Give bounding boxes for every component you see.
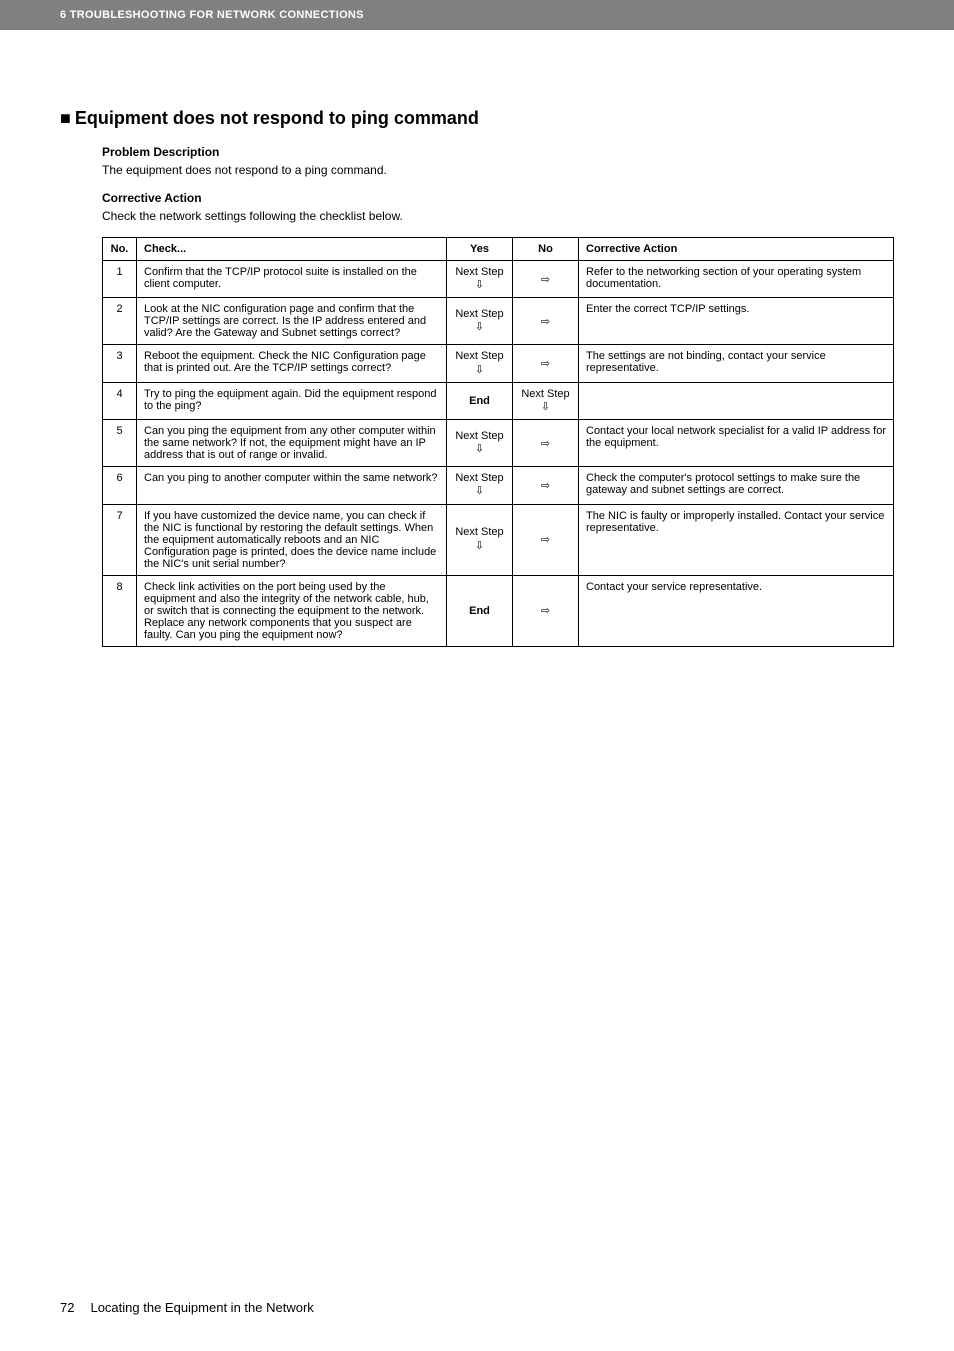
table-row: 4Try to ping the equipment again. Did th…: [103, 382, 894, 419]
cell-check: Can you ping the equipment from any othe…: [137, 420, 447, 467]
cell-no: 2: [103, 298, 137, 345]
end-label: End: [469, 605, 490, 617]
corrective-action-block: Corrective Action Check the network sett…: [102, 191, 894, 223]
cell-no-col: ⇨: [513, 345, 579, 382]
header-action: Corrective Action: [579, 238, 894, 261]
arrow-right-icon: ⇨: [541, 534, 550, 546]
corrective-heading: Corrective Action: [102, 191, 894, 205]
page-number: 72: [60, 1300, 74, 1315]
table-row: 3Reboot the equipment. Check the NIC Con…: [103, 345, 894, 382]
cell-no-col: ⇨: [513, 575, 579, 646]
header-yes: Yes: [447, 238, 513, 261]
arrow-down-icon: ⇩: [475, 321, 484, 333]
table-row: 8Check link activities on the port being…: [103, 575, 894, 646]
table-row: 7If you have customized the device name,…: [103, 504, 894, 575]
cell-yes: Next Step⇩: [447, 467, 513, 504]
table-row: 5Can you ping the equipment from any oth…: [103, 420, 894, 467]
cell-no-col: ⇨: [513, 298, 579, 345]
arrow-right-icon: ⇨: [541, 605, 550, 617]
cell-action: Enter the correct TCP/IP settings.: [579, 298, 894, 345]
header-check: Check...: [137, 238, 447, 261]
arrow-down-icon: ⇩: [475, 540, 484, 552]
problem-text: The equipment does not respond to a ping…: [102, 163, 894, 177]
footer-text: Locating the Equipment in the Network: [90, 1300, 313, 1315]
arrow-right-icon: ⇨: [541, 274, 550, 286]
arrow-down-icon: ⇩: [475, 279, 484, 291]
header-no-col: No: [513, 238, 579, 261]
cell-check: Look at the NIC configuration page and c…: [137, 298, 447, 345]
page-content: ■Equipment does not respond to ping comm…: [0, 30, 954, 647]
square-bullet-icon: ■: [60, 108, 71, 128]
cell-no-col: ⇨: [513, 420, 579, 467]
table-row: 6Can you ping to another computer within…: [103, 467, 894, 504]
next-step-label: Next Step⇩: [521, 388, 569, 414]
cell-yes: End: [447, 382, 513, 419]
header-text: 6 TROUBLESHOOTING FOR NETWORK CONNECTION…: [60, 9, 364, 21]
next-step-label: Next Step⇩: [455, 472, 503, 498]
cell-no: 8: [103, 575, 137, 646]
arrow-down-icon: ⇩: [541, 401, 550, 413]
arrow-down-icon: ⇩: [475, 364, 484, 376]
next-step-label: Next Step⇩: [455, 526, 503, 552]
cell-no: 6: [103, 467, 137, 504]
cell-check: Try to ping the equipment again. Did the…: [137, 382, 447, 419]
corrective-text: Check the network settings following the…: [102, 209, 894, 223]
cell-check: Check link activities on the port being …: [137, 575, 447, 646]
end-label: End: [469, 395, 490, 407]
cell-yes: Next Step⇩: [447, 298, 513, 345]
checklist-table: No. Check... Yes No Corrective Action 1C…: [102, 237, 894, 647]
cell-no: 7: [103, 504, 137, 575]
section-title: ■Equipment does not respond to ping comm…: [60, 108, 894, 129]
cell-no-col: ⇨: [513, 261, 579, 298]
arrow-right-icon: ⇨: [541, 438, 550, 450]
next-step-label: Next Step⇩: [455, 430, 503, 456]
table-row: 1Confirm that the TCP/IP protocol suite …: [103, 261, 894, 298]
section-title-text: Equipment does not respond to ping comma…: [75, 108, 479, 128]
cell-check: If you have customized the device name, …: [137, 504, 447, 575]
cell-yes: Next Step⇩: [447, 261, 513, 298]
next-step-label: Next Step⇩: [455, 266, 503, 292]
arrow-down-icon: ⇩: [475, 485, 484, 497]
problem-heading: Problem Description: [102, 145, 894, 159]
cell-action: [579, 382, 894, 419]
cell-action: Refer to the networking section of your …: [579, 261, 894, 298]
cell-no: 5: [103, 420, 137, 467]
cell-no-col: Next Step⇩: [513, 382, 579, 419]
cell-yes: Next Step⇩: [447, 504, 513, 575]
cell-yes: Next Step⇩: [447, 345, 513, 382]
cell-no-col: ⇨: [513, 504, 579, 575]
cell-no: 4: [103, 382, 137, 419]
cell-yes: Next Step⇩: [447, 420, 513, 467]
cell-no-col: ⇨: [513, 467, 579, 504]
cell-check: Confirm that the TCP/IP protocol suite i…: [137, 261, 447, 298]
table-row: 2Look at the NIC configuration page and …: [103, 298, 894, 345]
arrow-right-icon: ⇨: [541, 316, 550, 328]
cell-action: Contact your service representative.: [579, 575, 894, 646]
cell-check: Can you ping to another computer within …: [137, 467, 447, 504]
page-header-bar: 6 TROUBLESHOOTING FOR NETWORK CONNECTION…: [0, 0, 954, 30]
cell-action: The NIC is faulty or improperly installe…: [579, 504, 894, 575]
arrow-right-icon: ⇨: [541, 480, 550, 492]
arrow-right-icon: ⇨: [541, 358, 550, 370]
header-no: No.: [103, 238, 137, 261]
next-step-label: Next Step⇩: [455, 308, 503, 334]
checklist-table-wrapper: No. Check... Yes No Corrective Action 1C…: [102, 237, 894, 647]
next-step-label: Next Step⇩: [455, 350, 503, 376]
problem-description-block: Problem Description The equipment does n…: [102, 145, 894, 177]
cell-no: 3: [103, 345, 137, 382]
cell-check: Reboot the equipment. Check the NIC Conf…: [137, 345, 447, 382]
cell-action: The settings are not binding, contact yo…: [579, 345, 894, 382]
cell-action: Contact your local network specialist fo…: [579, 420, 894, 467]
cell-yes: End: [447, 575, 513, 646]
cell-no: 1: [103, 261, 137, 298]
page-footer: 72 Locating the Equipment in the Network: [60, 1300, 314, 1315]
table-header-row: No. Check... Yes No Corrective Action: [103, 238, 894, 261]
arrow-down-icon: ⇩: [475, 443, 484, 455]
cell-action: Check the computer's protocol settings t…: [579, 467, 894, 504]
